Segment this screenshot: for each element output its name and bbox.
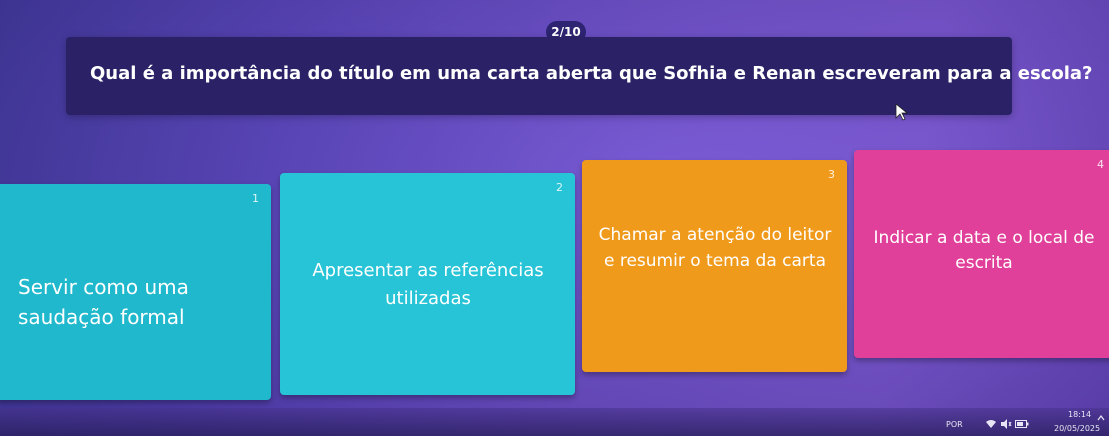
language-indicator[interactable]: POR (946, 420, 963, 429)
question-box: Qual é a importância do título em uma ca… (66, 37, 1093, 115)
option-text: Indicar a data e o local de escrita (873, 228, 1095, 273)
option-text: Servir como uma saudação formal (18, 275, 189, 329)
option-number: 3 (828, 168, 835, 181)
volume-icon[interactable] (1000, 419, 1012, 429)
wifi-icon[interactable] (985, 419, 997, 429)
question-text: Qual é a importância do título em uma ca… (90, 63, 1093, 84)
chevron-up-icon[interactable] (1097, 414, 1105, 422)
option-number: 2 (556, 181, 563, 194)
answer-option-1[interactable]: 1 Servir como uma saudação formal (0, 184, 271, 400)
answer-option-3[interactable]: 3 Chamar a atenção do leitor e resumir o… (582, 160, 847, 372)
taskbar: POR 18:14 20/05/2025 (0, 408, 1109, 436)
mouse-cursor-icon (895, 103, 909, 121)
option-text: Chamar a atenção do leitor e resumir o t… (598, 225, 832, 271)
clock-time[interactable]: 18:14 (1068, 410, 1091, 419)
answer-option-4[interactable]: 4 Indicar a data e o local de escrita (854, 150, 1109, 358)
option-number: 1 (252, 192, 259, 205)
battery-icon[interactable] (1015, 420, 1029, 428)
option-text: Apresentar as referências utilizadas (312, 260, 544, 309)
option-number: 4 (1097, 158, 1104, 171)
answer-option-2[interactable]: 2 Apresentar as referências utilizadas (280, 173, 575, 395)
clock-date[interactable]: 20/05/2025 (1054, 424, 1100, 433)
